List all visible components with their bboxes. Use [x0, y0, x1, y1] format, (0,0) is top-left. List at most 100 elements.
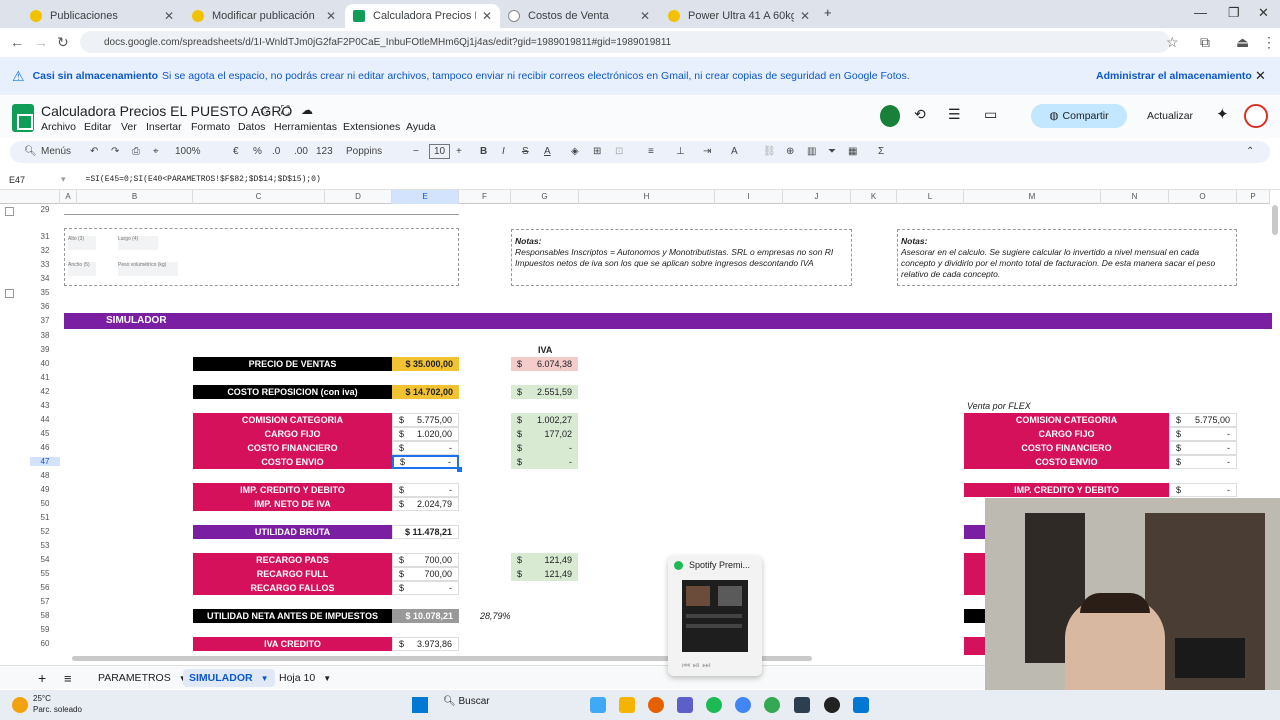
- shield-icon[interactable]: [880, 105, 900, 127]
- borders-icon[interactable]: ⊞: [593, 146, 601, 157]
- column-header[interactable]: H: [579, 190, 715, 204]
- align-icon[interactable]: ≡: [648, 146, 654, 157]
- pads-cell[interactable]: $700,00: [392, 553, 459, 567]
- row-header[interactable]: 54: [30, 555, 60, 564]
- bold-button[interactable]: B: [480, 146, 487, 157]
- iva-credito-cell[interactable]: $3.973,86: [392, 637, 459, 651]
- row-header[interactable]: 37: [30, 316, 60, 325]
- weather-desc[interactable]: Parc. soleado: [33, 705, 82, 714]
- bookmark-star-icon[interactable]: ☆: [1166, 34, 1179, 51]
- sheet-tab-simulador[interactable]: SIMULADOR ▼: [183, 669, 275, 687]
- browser-tab-active[interactable]: Calculadora Precios EL PUESTO ✕: [345, 4, 500, 28]
- column-header[interactable]: K: [851, 190, 897, 204]
- comment-icon[interactable]: ⊕: [786, 146, 794, 157]
- row-header[interactable]: 50: [30, 499, 60, 508]
- font-size-increase-icon[interactable]: +: [456, 146, 462, 157]
- pads-iva-cell[interactable]: $121,49: [511, 553, 578, 567]
- menu-archivo[interactable]: Archivo: [41, 121, 76, 133]
- functions-button[interactable]: Σ: [878, 146, 884, 157]
- font-select[interactable]: Poppins: [346, 146, 382, 157]
- row-header[interactable]: 36: [30, 302, 60, 311]
- column-header[interactable]: F: [459, 190, 511, 204]
- row-header[interactable]: 31: [30, 232, 60, 241]
- add-sheet-icon[interactable]: +: [32, 669, 52, 687]
- update-button[interactable]: Actualizar: [1138, 104, 1202, 128]
- print-icon[interactable]: ⎙: [132, 146, 140, 157]
- row-header[interactable]: 42: [30, 387, 60, 396]
- row-header[interactable]: 35: [30, 288, 60, 297]
- row-header[interactable]: 56: [30, 583, 60, 592]
- chart-icon[interactable]: ▥: [807, 146, 816, 157]
- column-header[interactable]: J: [783, 190, 851, 204]
- browser-menu-icon[interactable]: ⋮: [1262, 34, 1276, 51]
- close-icon[interactable]: ✕: [326, 9, 336, 23]
- sheets-logo-icon[interactable]: [12, 104, 34, 132]
- forward-icon[interactable]: →: [34, 34, 48, 50]
- chrome-profile-icon[interactable]: [764, 697, 780, 713]
- costo-iva-cell[interactable]: $2.551,59: [511, 385, 578, 399]
- weather-icon[interactable]: [12, 697, 28, 713]
- close-icon[interactable]: ✕: [800, 9, 810, 23]
- url-field[interactable]: docs.google.com/spreadsheets/d/1I-WnldTJ…: [80, 31, 1170, 53]
- row-header[interactable]: 34: [30, 274, 60, 283]
- row-header[interactable]: 32: [30, 246, 60, 255]
- comments-icon[interactable]: ☰: [948, 106, 961, 123]
- row-header[interactable]: 51: [30, 513, 60, 522]
- vertical-align-icon[interactable]: ⊥: [676, 146, 685, 157]
- column-header[interactable]: A: [60, 190, 77, 204]
- document-title[interactable]: Calculadora Precios EL PUESTO AGRO: [41, 103, 292, 119]
- meet-icon[interactable]: ▭: [984, 106, 997, 123]
- envio-iva-cell[interactable]: $ -: [511, 455, 578, 469]
- column-header[interactable]: C: [193, 190, 325, 204]
- utilidad-neta-value[interactable]: $ 10.078,21: [392, 609, 459, 623]
- search-icon[interactable]: 🔍︎: [24, 146, 37, 157]
- financiero-iva-cell[interactable]: $ -: [511, 441, 578, 455]
- teams-icon[interactable]: [677, 697, 693, 713]
- file-explorer-icon[interactable]: [619, 697, 635, 713]
- utilidad-neta-percent[interactable]: 28,79%: [480, 611, 511, 621]
- increase-decimals-button[interactable]: .00: [294, 146, 308, 157]
- precio-iva-cell[interactable]: $6.074,38: [511, 357, 578, 371]
- row-header[interactable]: 55: [30, 569, 60, 578]
- row-header[interactable]: 57: [30, 597, 60, 606]
- row-header[interactable]: 39: [30, 345, 60, 354]
- envio-cell-selected[interactable]: $ -: [392, 455, 459, 469]
- column-header[interactable]: O: [1169, 190, 1237, 204]
- collapse-icon[interactable]: ⌃: [1246, 146, 1254, 157]
- all-sheets-icon[interactable]: ≡: [58, 669, 78, 687]
- copilot-icon[interactable]: [590, 697, 606, 713]
- group-collapse-icon[interactable]: [5, 207, 14, 216]
- avatar[interactable]: [1244, 104, 1268, 128]
- fill-handle[interactable]: [457, 467, 462, 472]
- menu-ver[interactable]: Ver: [121, 121, 137, 133]
- row-header[interactable]: 58: [30, 611, 60, 620]
- cargo-iva-cell[interactable]: $177,02: [511, 427, 578, 441]
- cargo-cell[interactable]: $1.020,00: [392, 427, 459, 441]
- windows-start-icon[interactable]: [412, 697, 428, 713]
- financiero-cell[interactable]: $ -: [392, 441, 459, 455]
- row-header[interactable]: 40: [30, 359, 60, 368]
- group-collapse-icon[interactable]: [5, 289, 14, 298]
- close-icon[interactable]: ✕: [1255, 68, 1266, 84]
- row-header[interactable]: 48: [30, 471, 60, 480]
- column-header[interactable]: G: [511, 190, 579, 204]
- taskbar-search[interactable]: 🔍︎ Buscar: [443, 696, 490, 707]
- spotify-preview[interactable]: Spotify Premi... ⏮ ⏯ ⏭: [668, 556, 762, 676]
- close-icon[interactable]: ✕: [640, 9, 650, 23]
- flex-financiero-cell[interactable]: $ -: [1169, 441, 1237, 455]
- new-tab-icon[interactable]: +: [824, 5, 832, 20]
- sheet-tab-parametros[interactable]: PARAMETROS▼: [92, 669, 193, 687]
- currency-format-button[interactable]: €: [233, 146, 239, 157]
- select-all-corner[interactable]: [0, 190, 60, 204]
- back-icon[interactable]: ←: [10, 34, 24, 50]
- menu-extensiones[interactable]: Extensiones: [343, 121, 400, 133]
- redo-icon[interactable]: ↷: [111, 146, 119, 157]
- close-icon[interactable]: ✕: [164, 9, 174, 23]
- column-header[interactable]: L: [897, 190, 964, 204]
- cloud-status-icon[interactable]: ☁: [301, 103, 313, 117]
- reload-icon[interactable]: ↻: [57, 34, 69, 51]
- credito-cell[interactable]: $ -: [392, 483, 459, 497]
- manage-storage-link[interactable]: Administrar el almacenamiento: [1096, 70, 1252, 82]
- row-header[interactable]: 29: [30, 205, 60, 214]
- name-box[interactable]: E47: [9, 175, 59, 185]
